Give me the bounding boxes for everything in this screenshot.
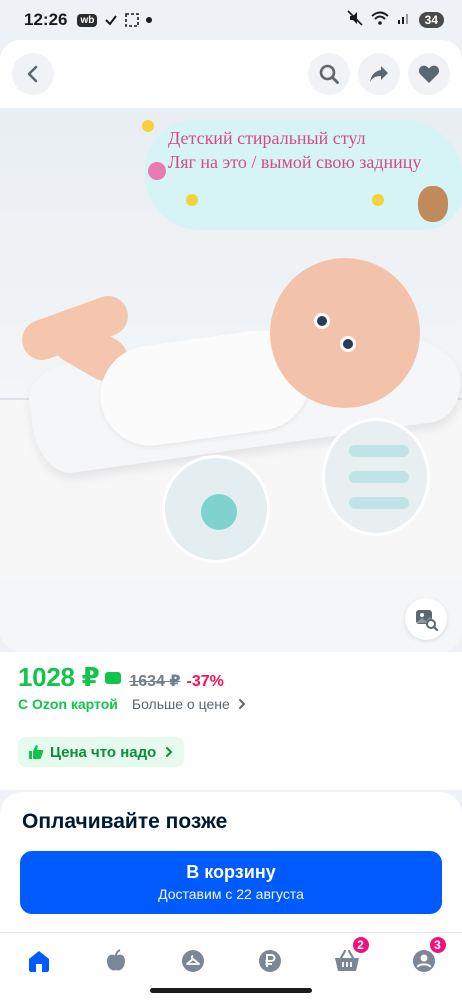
seat-ridge-detail (349, 445, 409, 457)
wifi-icon (370, 10, 389, 30)
pay-later-title: Оплачивайте позже (22, 810, 228, 833)
image-caption-line2: Ляг на это / вымой свою задницу (168, 152, 422, 172)
battery-indicator: 34 (418, 12, 444, 28)
hanger-icon (181, 950, 204, 972)
nav-finance[interactable] (250, 941, 290, 981)
add-to-cart-label: В корзину (186, 862, 276, 882)
check-icon (104, 13, 118, 27)
screenshot-icon (125, 13, 140, 27)
search-icon (319, 64, 339, 84)
share-button[interactable] (358, 53, 400, 95)
old-price: 1634 ₽ (129, 673, 181, 690)
chevron-right-icon (166, 747, 173, 757)
dot-icon (146, 17, 153, 23)
search-button[interactable] (308, 53, 350, 95)
image-search-icon (416, 610, 439, 632)
cart-count-badge: 2 (350, 935, 371, 955)
wb-app-icon: wb (77, 13, 98, 27)
gesture-bar (150, 988, 312, 993)
ruble-icon (258, 950, 281, 972)
detail-zoom-circle (162, 455, 270, 563)
star-decoration (186, 194, 198, 206)
more-about-price-link[interactable]: Больше о цене (132, 696, 230, 712)
back-button[interactable] (12, 53, 54, 95)
nav-home[interactable] (19, 941, 59, 981)
ozon-card-label[interactable]: С Ozon картой (18, 696, 118, 712)
home-icon (28, 951, 49, 972)
add-to-cart-button[interactable]: В корзину Доставим с 22 августа (20, 851, 442, 914)
nav-cart[interactable]: 2 (327, 935, 371, 981)
chevron-right-icon (238, 699, 246, 709)
mute-icon (347, 9, 363, 31)
price-section: 1028 ₽ 1634 ₽ -37% С Ozon картой Больше … (0, 652, 462, 790)
status-bar: 12:26 wb 34 (0, 0, 462, 40)
find-similar-button[interactable] (405, 598, 447, 640)
share-arrow-icon (370, 66, 388, 82)
seat-ridge-detail (349, 497, 409, 509)
heart-icon (418, 65, 440, 83)
nav-catalog[interactable] (173, 941, 213, 981)
top-toolbar (0, 40, 462, 108)
baby-eye (340, 336, 356, 352)
image-caption-line1: Детский стиральный стул (168, 128, 366, 148)
ozon-card-row: С Ozon картой Больше о цене (18, 696, 248, 712)
discount-percent: -37% (186, 673, 224, 690)
thumbs-up-icon (29, 745, 44, 759)
teddy-bear-decoration (418, 186, 448, 222)
current-price: 1028 ₽ (18, 662, 100, 692)
nav-profile[interactable]: 3 (404, 935, 448, 981)
chevron-left-icon (27, 65, 38, 83)
product-gallery-card: Детский стиральный стул Ляг на это / вым… (0, 40, 462, 652)
product-image[interactable]: Детский стиральный стул Ляг на это / вым… (0, 108, 462, 580)
nav-fresh[interactable] (96, 941, 136, 981)
status-time: 12:26 (24, 10, 68, 29)
ball-decoration (148, 162, 166, 180)
delivery-date-label: Доставим с 22 августа (158, 886, 304, 902)
star-decoration (372, 194, 384, 206)
apple-icon (106, 949, 125, 971)
baby-head-illustration (270, 258, 420, 408)
suction-cup-detail (201, 494, 237, 530)
profile-count-badge: 3 (427, 935, 448, 955)
seat-ridge-detail (349, 471, 409, 483)
detail-zoom-circle (322, 418, 430, 536)
payment-section: Оплачивайте позже В корзину Доставим с 2… (0, 792, 462, 932)
card-icon (105, 672, 122, 684)
good-price-badge[interactable]: Цена что надо (18, 737, 185, 767)
favorite-button[interactable] (408, 53, 450, 95)
gallery-footer (0, 580, 462, 652)
price-row: 1028 ₽ 1634 ₽ -37% (18, 662, 224, 693)
signal-icon (397, 10, 411, 30)
image-caption: Детский стиральный стул Ляг на это / вым… (168, 126, 421, 174)
star-decoration (142, 120, 154, 132)
good-price-label: Цена что надо (50, 743, 157, 761)
baby-eye (314, 313, 330, 329)
